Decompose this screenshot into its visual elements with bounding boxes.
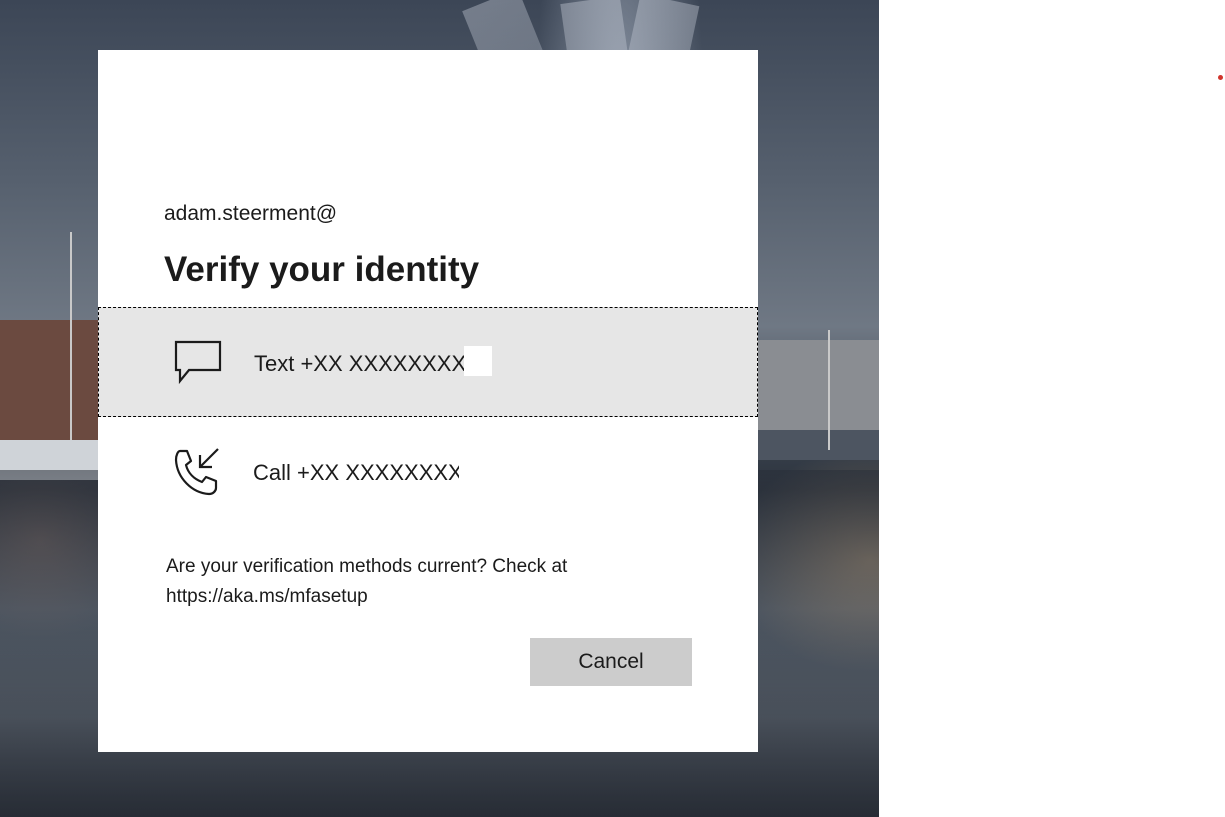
harbor-building — [0, 320, 98, 440]
harbor-dock — [758, 430, 879, 460]
chat-bubble-icon — [171, 336, 225, 390]
verify-identity-dialog: adam.steerment@ Verify your identity Tex… — [98, 50, 758, 752]
account-email: adam.steerment@ — [164, 202, 338, 225]
option-text-label: Text +XX XXXXXXXXX — [254, 351, 466, 376]
incoming-call-icon — [170, 445, 224, 499]
redaction-mask — [464, 346, 492, 376]
page-title: Verify your identity — [164, 250, 480, 289]
boat-mast — [828, 330, 830, 450]
red-dot — [1218, 75, 1223, 80]
verification-info-text: Are your verification methods current? C… — [166, 556, 568, 577]
harbor-building — [758, 340, 879, 440]
option-call-label: Call +XX XXXXXXXXX — [253, 460, 459, 485]
option-call[interactable]: Call +XX XXXXXXXXX — [98, 417, 758, 527]
boat-mast — [70, 232, 72, 462]
verification-info: Are your verification methods current? C… — [166, 552, 646, 612]
redaction-mask — [345, 200, 515, 230]
option-text[interactable]: Text +XX XXXXXXXXX — [98, 307, 758, 417]
cancel-button[interactable]: Cancel — [530, 638, 692, 686]
mfa-setup-link[interactable]: https://aka.ms/mfasetup — [166, 582, 646, 612]
